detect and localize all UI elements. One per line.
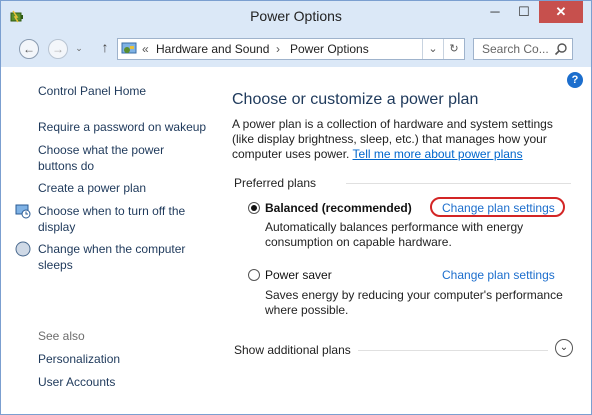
maximize-button[interactable]: ☐ bbox=[510, 1, 538, 23]
chevron-left-icon[interactable]: « bbox=[142, 42, 149, 56]
content-area: Control Panel Home Require a password on… bbox=[1, 67, 591, 414]
breadcrumb-hardware-and-sound[interactable]: Hardware and Sound bbox=[156, 42, 269, 56]
help-icon[interactable]: ? bbox=[567, 72, 583, 88]
search-icon[interactable] bbox=[554, 42, 568, 56]
forward-button[interactable]: → bbox=[48, 39, 68, 59]
see-also-label: See also bbox=[38, 329, 85, 343]
minimize-button[interactable]: ─ bbox=[481, 1, 509, 23]
expand-chevron-icon[interactable]: ⌄ bbox=[555, 339, 573, 357]
up-button[interactable]: ↑ bbox=[97, 39, 113, 59]
moon-sleep-icon bbox=[15, 241, 31, 257]
divider bbox=[358, 350, 548, 351]
close-button[interactable]: ✕ bbox=[539, 1, 583, 23]
display-clock-icon bbox=[15, 204, 31, 219]
power-saver-plan-name[interactable]: Power saver bbox=[265, 268, 332, 282]
divider bbox=[346, 183, 571, 184]
address-bar[interactable]: « Hardware and Sound › Power Options ⌄ ↻ bbox=[117, 38, 465, 60]
power-saver-plan-radio[interactable] bbox=[248, 269, 260, 281]
title-bar: Power Options ─ ☐ ✕ bbox=[1, 1, 591, 33]
breadcrumb-separator-icon[interactable]: › bbox=[276, 42, 280, 56]
preferred-plans-label: Preferred plans bbox=[234, 176, 317, 190]
sidebar-control-panel-home[interactable]: Control Panel Home bbox=[38, 83, 146, 99]
power-options-window: Power Options ─ ☐ ✕ ← → ⌄ ↑ « Hardware a… bbox=[0, 0, 592, 415]
tell-me-more-link[interactable]: Tell me more about power plans bbox=[353, 147, 523, 161]
page-description: A power plan is a collection of hardware… bbox=[232, 117, 567, 162]
page-title: Choose or customize a power plan bbox=[232, 91, 479, 108]
back-button[interactable]: ← bbox=[19, 39, 39, 59]
sidebar-item-require-password[interactable]: Require a password on wakeup bbox=[38, 119, 206, 135]
navigation-bar: ← → ⌄ ↑ « Hardware and Sound › Power Opt… bbox=[1, 33, 591, 67]
sidebar-link-personalization[interactable]: Personalization bbox=[38, 351, 120, 367]
balanced-plan-radio[interactable] bbox=[248, 202, 260, 214]
search-placeholder: Search Co... bbox=[482, 42, 549, 56]
power-saver-change-settings-link[interactable]: Change plan settings bbox=[442, 268, 555, 282]
annotation-highlight-oval bbox=[430, 197, 565, 217]
breadcrumb-power-options[interactable]: Power Options bbox=[290, 42, 369, 56]
show-additional-plans-label[interactable]: Show additional plans bbox=[234, 343, 351, 357]
balanced-plan-description: Automatically balances performance with … bbox=[265, 220, 524, 249]
sidebar-item-computer-sleeps[interactable]: Change when the computer sleeps bbox=[38, 241, 203, 273]
sidebar-item-create-plan[interactable]: Create a power plan bbox=[38, 180, 146, 196]
sidebar-link-user-accounts[interactable]: User Accounts bbox=[38, 374, 115, 390]
refresh-button[interactable]: ↻ bbox=[443, 39, 464, 59]
address-dropdown-button[interactable]: ⌄ bbox=[422, 39, 443, 59]
sidebar-item-power-buttons[interactable]: Choose what the power buttons do bbox=[38, 142, 178, 174]
control-panel-icon bbox=[121, 42, 137, 54]
balanced-plan-name[interactable]: Balanced (recommended) bbox=[265, 201, 412, 215]
power-saver-plan-description: Saves energy by reducing your computer's… bbox=[265, 288, 563, 317]
recent-pages-dropdown[interactable]: ⌄ bbox=[73, 39, 85, 59]
sidebar-item-turn-off-display[interactable]: Choose when to turn off the display bbox=[38, 203, 203, 235]
search-box[interactable]: Search Co... bbox=[473, 38, 573, 60]
